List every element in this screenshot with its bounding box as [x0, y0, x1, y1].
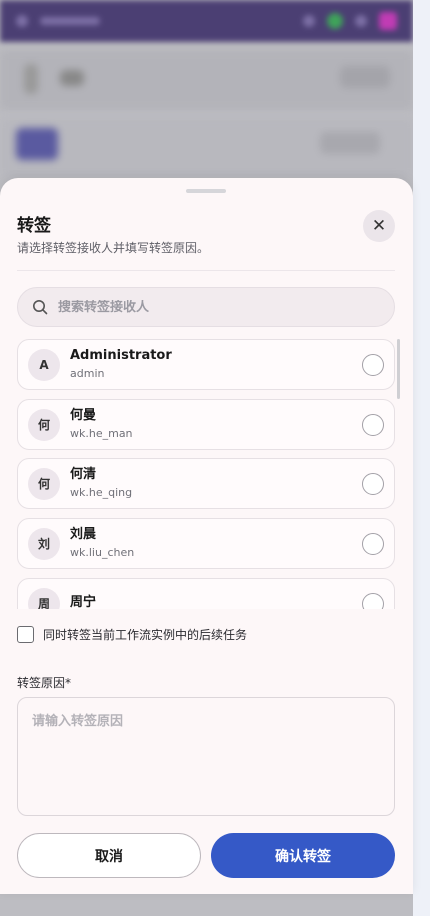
search-box: [17, 287, 395, 327]
recipient-radio[interactable]: [362, 414, 384, 436]
transfer-subsequent-label: 同时转签当前工作流实例中的后续任务: [43, 628, 248, 642]
drag-handle[interactable]: [186, 189, 226, 193]
avatar: 周: [28, 587, 60, 609]
recipient-radio[interactable]: [362, 473, 384, 495]
list-scrollbar[interactable]: [397, 339, 400, 399]
reason-label: 转签原因*: [17, 676, 72, 690]
transfer-subsequent-checkbox[interactable]: [17, 626, 34, 643]
search-icon: [33, 300, 48, 315]
background-panel: [0, 50, 413, 110]
recipient-item[interactable]: 周 周宁: [17, 578, 395, 609]
dialog-title: 转签: [17, 216, 51, 236]
recipient-item[interactable]: 何 何清 wk.he_qing: [17, 458, 395, 509]
recipient-username: admin: [70, 366, 105, 380]
recipient-name: 刘晨: [70, 526, 97, 542]
transfer-dialog: 转签 请选择转签接收人并填写转签原因。 ✕ A Administrator ad…: [0, 178, 413, 894]
recipient-username: wk.he_man: [70, 426, 133, 440]
search-input[interactable]: [58, 299, 358, 315]
recipient-name: 何曼: [70, 407, 97, 423]
recipient-item[interactable]: 何 何曼 wk.he_man: [17, 399, 395, 450]
recipient-radio[interactable]: [362, 593, 384, 609]
recipient-item[interactable]: A Administrator admin: [17, 339, 395, 390]
reason-textarea[interactable]: [17, 697, 395, 816]
avatar: A: [28, 348, 60, 381]
recipient-username: wk.liu_chen: [70, 545, 135, 559]
background-topbar: [0, 0, 413, 42]
recipient-name: Administrator: [70, 347, 172, 363]
divider: [17, 270, 395, 271]
cancel-button[interactable]: 取消: [17, 833, 201, 878]
background-panel: [0, 118, 413, 178]
recipient-name: 周宁: [70, 594, 97, 610]
transfer-subsequent-option[interactable]: 同时转签当前工作流实例中的后续任务: [17, 626, 247, 643]
close-button[interactable]: ✕: [363, 210, 395, 242]
recipient-name: 何清: [70, 466, 97, 482]
recipient-list[interactable]: A Administrator admin 何 何曼 wk.he_man 何 何…: [17, 339, 407, 609]
avatar: 刘: [28, 527, 60, 560]
dialog-subtitle: 请选择转签接收人并填写转签原因。: [17, 241, 210, 255]
confirm-transfer-button[interactable]: 确认转签: [211, 833, 395, 878]
avatar: 何: [28, 467, 60, 500]
close-icon: ✕: [371, 216, 387, 236]
recipient-radio[interactable]: [362, 354, 384, 376]
recipient-username: wk.he_qing: [70, 485, 133, 499]
recipient-radio[interactable]: [362, 533, 384, 555]
page-edge: [413, 0, 430, 916]
avatar: 何: [28, 408, 60, 441]
recipient-item[interactable]: 刘 刘晨 wk.liu_chen: [17, 518, 395, 569]
